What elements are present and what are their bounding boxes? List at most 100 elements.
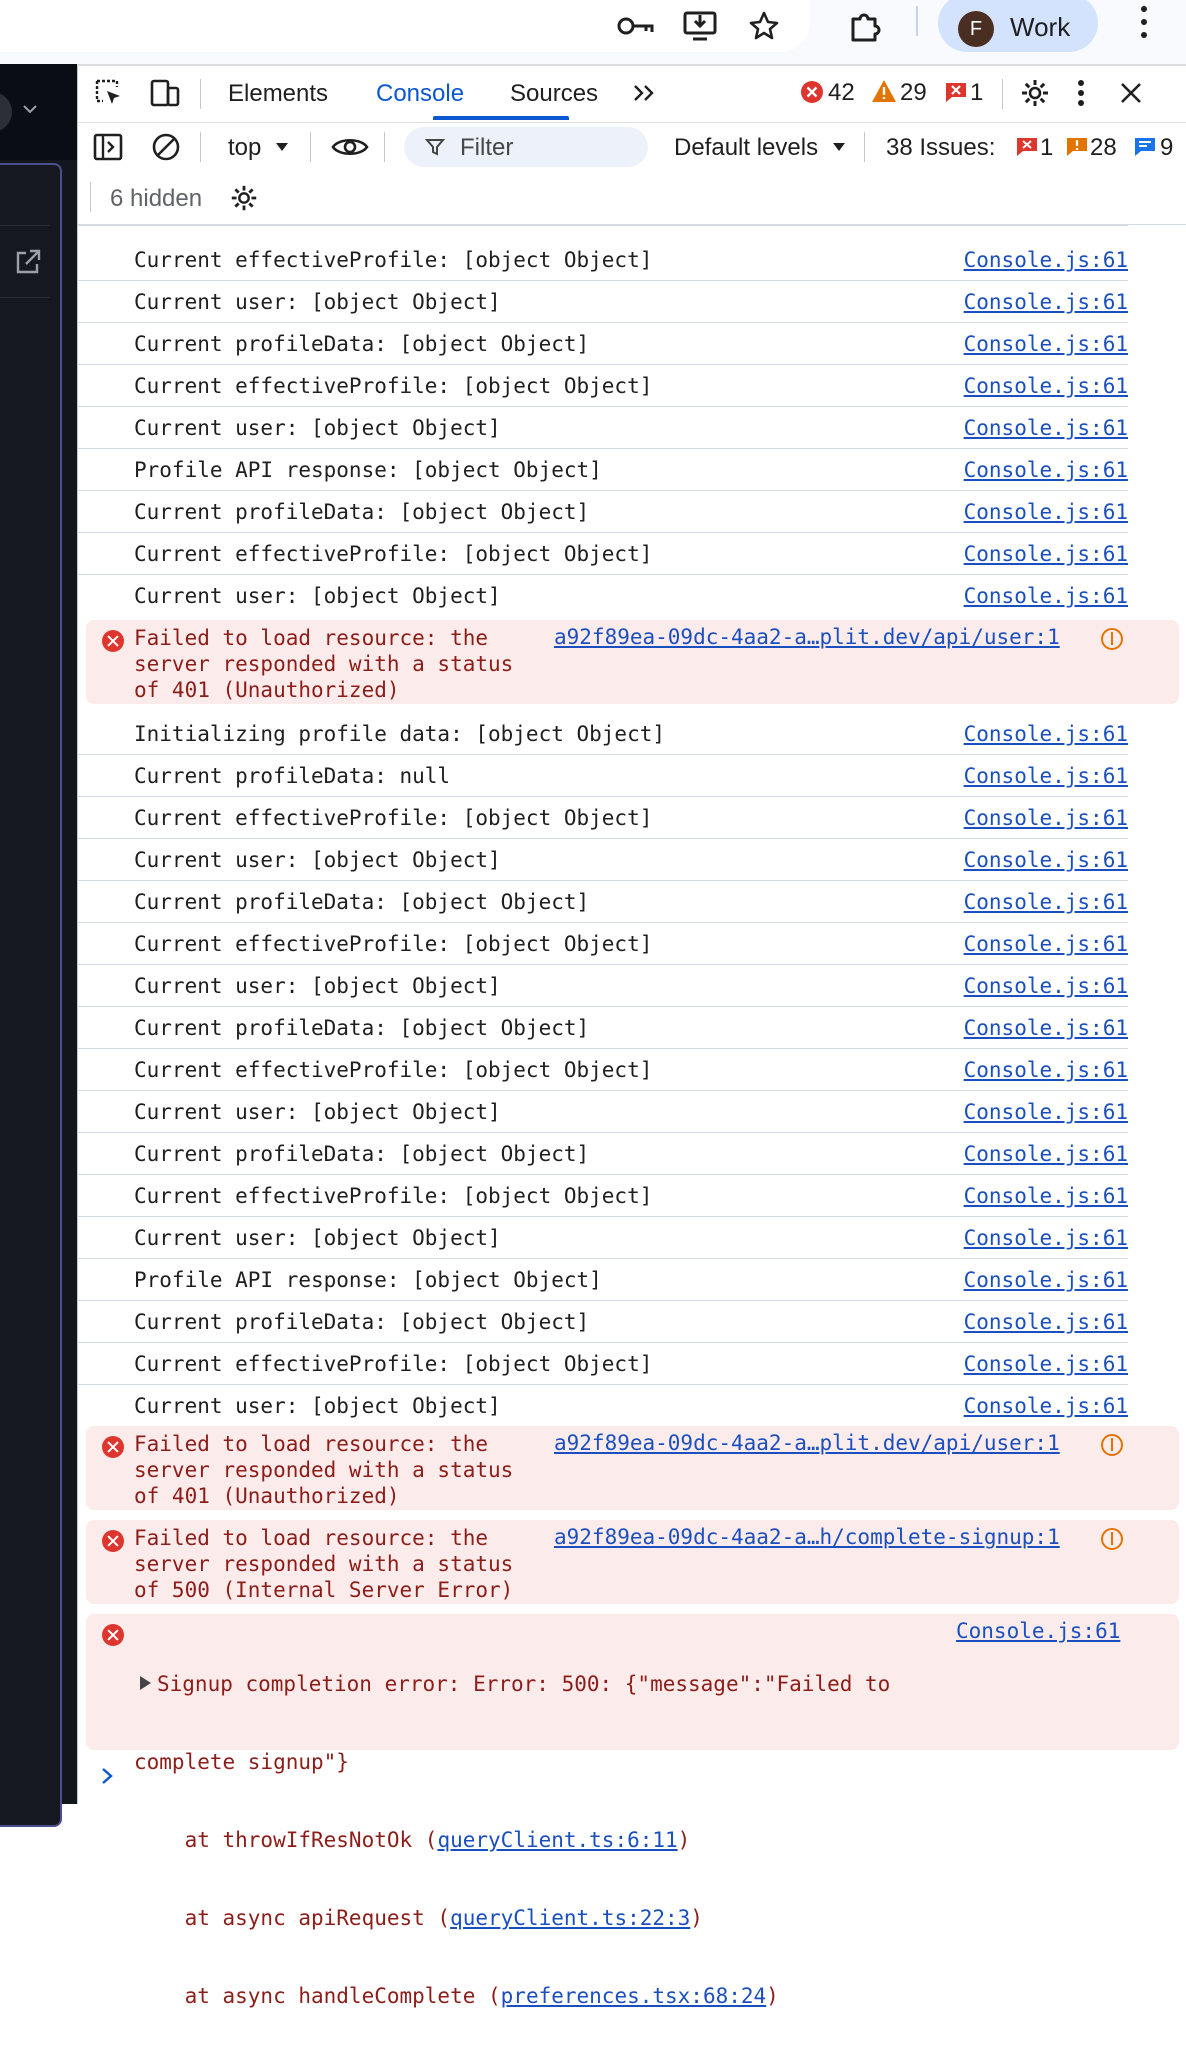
warning-count-icon[interactable] xyxy=(871,79,897,103)
source-link[interactable]: Console.js:61 xyxy=(964,1394,1128,1418)
source-link[interactable]: Console.js:61 xyxy=(964,1352,1128,1376)
chevron-down-icon[interactable] xyxy=(831,139,847,155)
clear-console-icon[interactable] xyxy=(150,131,182,163)
avatar: F xyxy=(958,11,994,47)
source-link[interactable]: Console.js:61 xyxy=(964,1268,1128,1292)
log-message: Current effectiveProfile: [object Object… xyxy=(134,1184,653,1208)
list-item: Profile API response: [object Object] Con… xyxy=(78,1258,1128,1301)
log-message: Current profileData: [object Object] xyxy=(134,1310,590,1334)
source-link[interactable]: Console.js:61 xyxy=(964,458,1128,482)
source-link[interactable]: a92f89ea-09dc-4aa2-a…plit.dev/api/user:1 xyxy=(554,1431,1060,1455)
issues-label[interactable]: 38 Issues: xyxy=(886,134,995,162)
list-item: Current user: [object Object] Console.js:… xyxy=(78,1216,1128,1259)
divider xyxy=(384,132,385,162)
filter-funnel-icon xyxy=(424,136,446,158)
password-key-icon[interactable] xyxy=(614,6,658,46)
inspect-element-icon[interactable] xyxy=(92,76,126,110)
source-link[interactable]: a92f89ea-09dc-4aa2-a…plit.dev/api/user:1 xyxy=(554,625,1060,649)
sidebar-toggle-icon[interactable] xyxy=(92,131,124,163)
install-app-icon[interactable] xyxy=(678,6,722,46)
source-link[interactable]: Console.js:61 xyxy=(964,1058,1128,1082)
stack-frame-link[interactable]: queryClient.ts:6:11 xyxy=(437,1828,677,1852)
source-link[interactable]: Console.js:61 xyxy=(964,1016,1128,1040)
source-link[interactable]: Console.js:61 xyxy=(964,542,1128,566)
divider xyxy=(90,182,91,212)
console-settings-gear-icon[interactable] xyxy=(228,182,260,214)
source-link[interactable]: Console.js:61 xyxy=(964,1226,1128,1250)
source-link[interactable]: Console.js:61 xyxy=(964,374,1128,398)
source-link[interactable]: Console.js:61 xyxy=(964,290,1128,314)
browser-menu-icon[interactable] xyxy=(1132,4,1156,40)
source-link[interactable]: Console.js:61 xyxy=(964,1184,1128,1208)
log-message: Initializing profile data: [object Objec… xyxy=(134,722,666,746)
list-item: Current profileData: [object Object] Cons… xyxy=(78,880,1128,923)
device-toolbar-icon[interactable] xyxy=(148,76,182,110)
warning-count: 29 xyxy=(900,79,927,106)
list-item: Current user: [object Object] Console.js:… xyxy=(78,964,1128,1007)
chevron-down-icon[interactable] xyxy=(22,102,38,120)
source-link[interactable]: Console.js:61 xyxy=(964,848,1128,872)
issues-warning-icon[interactable] xyxy=(1066,137,1088,157)
log-message: Current user: [object Object] xyxy=(134,1100,501,1124)
source-link[interactable]: Console.js:61 xyxy=(964,248,1128,272)
list-item: Profile API response: [object Object] Con… xyxy=(78,448,1128,491)
source-link[interactable]: a92f89ea-09dc-4aa2-a…h/complete-signup:1 xyxy=(554,1525,1060,1549)
tab-console[interactable]: Console xyxy=(376,80,464,108)
chevron-down-icon[interactable] xyxy=(274,139,290,155)
log-levels-dropdown[interactable]: Default levels xyxy=(674,134,818,162)
log-message: Current effectiveProfile: [object Object… xyxy=(134,1352,653,1376)
source-link[interactable]: Console.js:61 xyxy=(964,974,1128,998)
source-link[interactable]: Console.js:61 xyxy=(964,1100,1128,1124)
source-link[interactable]: Console.js:61 xyxy=(964,1310,1128,1334)
more-tabs-chevron-icon[interactable] xyxy=(630,78,660,108)
live-expression-eye-icon[interactable] xyxy=(330,131,370,163)
profile-button[interactable]: F Work xyxy=(938,0,1098,52)
source-link[interactable]: Console.js:61 xyxy=(964,764,1128,788)
stack-frame-link[interactable]: preferences.tsx:68:24 xyxy=(501,1984,767,2008)
issues-info-icon[interactable] xyxy=(1134,137,1156,157)
list-item: Current user: [object Object] Console.js:… xyxy=(78,1090,1128,1133)
divider xyxy=(0,297,50,298)
list-item: Current effectiveProfile: [object Object… xyxy=(78,922,1128,965)
source-link[interactable]: Console.js:61 xyxy=(964,890,1128,914)
external-link-icon[interactable] xyxy=(14,248,42,281)
hidden-count[interactable]: 6 hidden xyxy=(110,185,202,213)
context-selector[interactable]: top xyxy=(228,134,261,162)
issue-badge-icon[interactable] xyxy=(944,80,968,104)
source-link[interactable]: Console.js:61 xyxy=(964,332,1128,356)
browser-toolbar: F Work xyxy=(0,0,1186,64)
bookmark-star-icon[interactable] xyxy=(742,6,786,46)
close-icon[interactable] xyxy=(1114,76,1148,110)
list-item: Current user: [object Object] Console.js:… xyxy=(78,406,1128,449)
error-text: Failed to load resource: the server respo… xyxy=(134,626,514,702)
list-item: Current profileData: [object Object] Cons… xyxy=(78,1006,1128,1049)
source-link[interactable]: Console.js:61 xyxy=(964,584,1128,608)
log-message: Current user: [object Object] xyxy=(134,290,501,314)
list-item: Current profileData: [object Object] Cons… xyxy=(78,1132,1128,1175)
expand-triangle-icon[interactable] xyxy=(140,1676,151,1690)
stack-frame-link[interactable]: queryClient.ts:22:3 xyxy=(450,1906,690,1930)
tab-sources[interactable]: Sources xyxy=(510,80,598,108)
source-link[interactable]: Console.js:61 xyxy=(964,722,1128,746)
source-link[interactable]: Console.js:61 xyxy=(964,806,1128,830)
settings-gear-icon[interactable] xyxy=(1018,76,1052,110)
list-item: Current effectiveProfile: [object Object… xyxy=(78,1048,1128,1091)
network-request-icon[interactable] xyxy=(1101,628,1123,650)
error-message: Failed to load resource: the server respo… xyxy=(86,620,1179,704)
source-link[interactable]: Console.js:61 xyxy=(964,1142,1128,1166)
error-count-icon[interactable] xyxy=(800,80,824,104)
extensions-puzzle-icon[interactable] xyxy=(842,6,886,46)
network-request-icon[interactable] xyxy=(1101,1528,1123,1550)
source-link[interactable]: Console.js:61 xyxy=(964,500,1128,524)
source-link[interactable]: Console.js:61 xyxy=(964,932,1128,956)
log-message: Current effectiveProfile: [object Object… xyxy=(134,932,653,956)
source-link[interactable]: Console.js:61 xyxy=(956,1619,1120,1643)
console-prompt-chevron-icon[interactable] xyxy=(100,1766,120,1786)
error-message: Signup completion error: Error: 500: {"m… xyxy=(86,1614,1179,2008)
devtools-menu-icon[interactable] xyxy=(1068,76,1094,110)
network-request-icon[interactable] xyxy=(1101,1434,1123,1456)
tab-elements[interactable]: Elements xyxy=(228,80,328,108)
source-link[interactable]: Console.js:61 xyxy=(964,416,1128,440)
error-text: Failed to load resource: the server respo… xyxy=(134,1432,514,1508)
issues-error-icon[interactable] xyxy=(1016,137,1038,157)
